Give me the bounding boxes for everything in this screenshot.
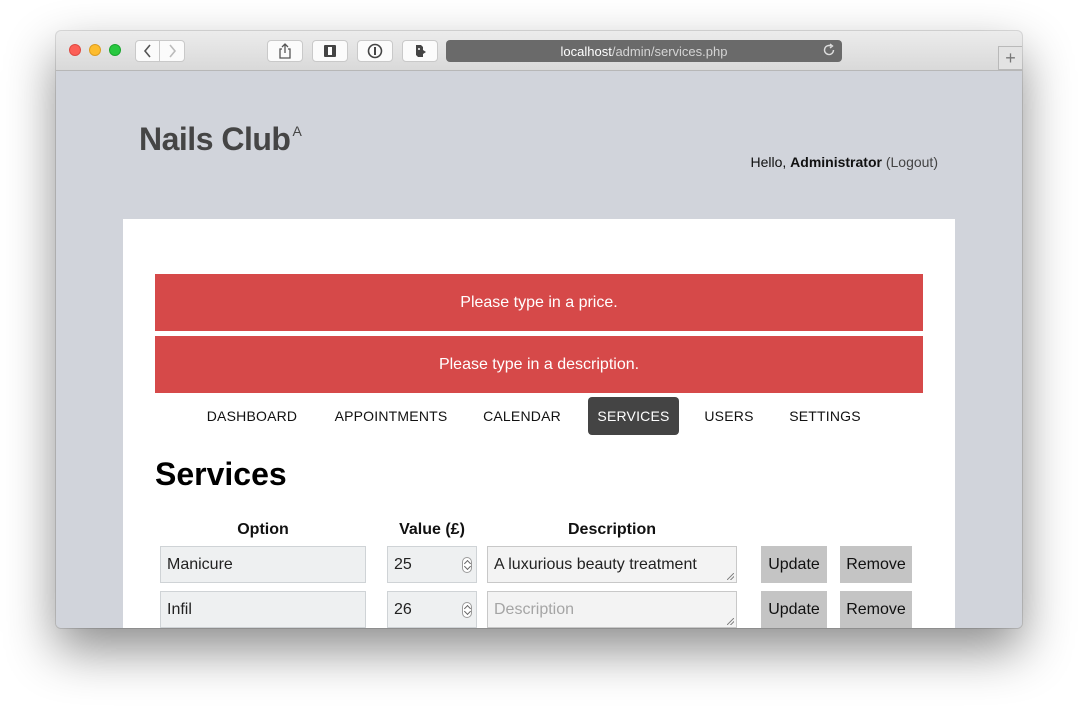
update-button[interactable]: Update bbox=[761, 546, 827, 583]
browser-toolbar: localhost/admin/services.php + bbox=[56, 31, 1022, 71]
hello-text: Hello, bbox=[750, 154, 787, 170]
logo-text: Nails Club bbox=[139, 121, 291, 157]
description-placeholder: Description bbox=[494, 600, 575, 618]
forward-button[interactable] bbox=[160, 40, 185, 62]
value-text: 26 bbox=[394, 600, 412, 618]
reload-icon[interactable] bbox=[822, 43, 836, 57]
main-panel: Please type in a price. Please type in a… bbox=[123, 219, 955, 628]
plus-icon: + bbox=[1005, 48, 1016, 68]
password-manager-button[interactable] bbox=[357, 40, 393, 62]
value-stepper[interactable]: 26 bbox=[387, 591, 477, 628]
remove-button[interactable]: Remove bbox=[840, 546, 912, 583]
nav-settings[interactable]: SETTINGS bbox=[783, 397, 867, 435]
user-greeting: Hello, Administrator (Logout) bbox=[750, 154, 938, 170]
column-header-description: Description bbox=[567, 521, 656, 538]
nav-dashboard[interactable]: DASHBOARD bbox=[200, 397, 304, 435]
page-title: Services bbox=[155, 456, 287, 492]
column-header-value: Value (£) bbox=[399, 521, 465, 538]
user-name: Administrator bbox=[790, 154, 882, 170]
maximize-window-button[interactable] bbox=[109, 44, 121, 56]
close-window-button[interactable] bbox=[69, 44, 81, 56]
browser-window: localhost/admin/services.php + Nails Clu… bbox=[56, 31, 1022, 628]
back-button[interactable] bbox=[135, 40, 160, 62]
share-button[interactable] bbox=[267, 40, 303, 62]
resize-handle-icon[interactable] bbox=[727, 573, 734, 580]
reader-button[interactable] bbox=[312, 40, 348, 62]
error-alert-description: Please type in a description. bbox=[155, 336, 923, 393]
column-header-option: Option bbox=[237, 521, 289, 538]
option-input[interactable]: Manicure bbox=[160, 546, 366, 583]
minimize-window-button[interactable] bbox=[89, 44, 101, 56]
admin-nav: DASHBOARD APPOINTMENTS CALENDAR SERVICES… bbox=[155, 397, 923, 437]
description-textarea[interactable]: A luxurious beauty treatment bbox=[487, 546, 737, 583]
site-logo[interactable]: Nails Club A bbox=[139, 121, 302, 158]
nav-users[interactable]: USERS bbox=[699, 397, 759, 435]
description-text: A luxurious beauty treatment bbox=[494, 555, 697, 573]
url-host: localhost bbox=[560, 43, 612, 59]
description-textarea[interactable]: Description bbox=[487, 591, 737, 628]
password-manager-icon bbox=[367, 43, 383, 59]
chevron-right-icon bbox=[169, 44, 177, 58]
error-alert-price: Please type in a price. bbox=[155, 274, 923, 331]
stepper-arrows-icon[interactable] bbox=[462, 602, 472, 618]
nav-appointments[interactable]: APPOINTMENTS bbox=[329, 397, 453, 435]
nav-calendar[interactable]: CALENDAR bbox=[476, 397, 568, 435]
new-tab-button[interactable]: + bbox=[998, 46, 1022, 70]
reader-icon bbox=[324, 45, 336, 57]
logo-superscript: A bbox=[292, 123, 302, 139]
extension-icon bbox=[416, 45, 426, 57]
extension-button[interactable] bbox=[402, 40, 438, 62]
resize-handle-icon[interactable] bbox=[727, 618, 734, 625]
url-path: /admin/services.php bbox=[611, 43, 728, 59]
page-viewport: Nails Club A Hello, Administrator (Logout… bbox=[56, 72, 1022, 628]
nav-services[interactable]: SERVICES bbox=[588, 397, 679, 435]
remove-button[interactable]: Remove bbox=[840, 591, 912, 628]
logout-link[interactable]: (Logout) bbox=[886, 154, 938, 170]
chevron-left-icon bbox=[143, 44, 151, 58]
option-input[interactable]: Infil bbox=[160, 591, 366, 628]
stepper-arrows-icon[interactable] bbox=[462, 557, 472, 573]
share-icon bbox=[279, 43, 291, 59]
value-text: 25 bbox=[394, 555, 412, 573]
update-button[interactable]: Update bbox=[761, 591, 827, 628]
address-bar[interactable]: localhost/admin/services.php bbox=[446, 40, 842, 62]
value-stepper[interactable]: 25 bbox=[387, 546, 477, 583]
